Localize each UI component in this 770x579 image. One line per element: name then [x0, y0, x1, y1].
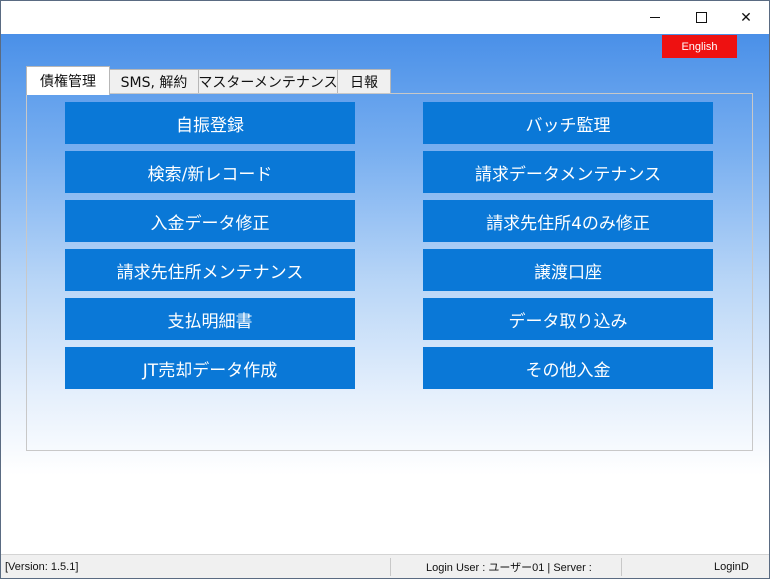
minimize-icon	[650, 17, 660, 18]
app-window: ✕ English 債権管理 SMS, 解約 マスターメンテナンス 日報 自振登…	[0, 0, 770, 579]
tab-sms-cancel[interactable]: SMS, 解約	[109, 69, 199, 94]
payment-data-correction-button[interactable]: 入金データ修正	[65, 200, 355, 242]
maximize-button[interactable]	[678, 1, 724, 34]
billing-data-maintenance-button[interactable]: 請求データメンテナンス	[423, 151, 713, 193]
minimize-button[interactable]	[632, 1, 678, 34]
tab-master-maintenance[interactable]: マスターメンテナンス	[198, 69, 338, 94]
transfer-account-button[interactable]: 譲渡口座	[423, 249, 713, 291]
language-toggle-button[interactable]: English	[662, 35, 737, 58]
status-separator	[621, 558, 622, 576]
close-icon: ✕	[740, 9, 752, 26]
other-payment-button[interactable]: その他入金	[423, 347, 713, 389]
button-grid: 自振登録 検索/新レコード 入金データ修正 請求先住所メンテナンス 支払明細書 …	[33, 94, 750, 448]
billing-address-maintenance-button[interactable]: 請求先住所メンテナンス	[65, 249, 355, 291]
auto-transfer-register-button[interactable]: 自振登録	[65, 102, 355, 144]
payment-statement-button[interactable]: 支払明細書	[65, 298, 355, 340]
data-import-button[interactable]: データ取り込み	[423, 298, 713, 340]
tab-daily-report[interactable]: 日報	[337, 69, 391, 94]
login-user-label: Login User : ユーザー01 | Server :	[426, 562, 592, 574]
jt-sale-data-button[interactable]: JT売却データ作成	[65, 347, 355, 389]
version-label: [Version: 1.5.1]	[5, 561, 79, 573]
title-bar: ✕	[1, 1, 769, 34]
tab-receivables[interactable]: 債権管理	[26, 66, 110, 95]
search-new-record-button[interactable]: 検索/新レコード	[65, 151, 355, 193]
login-status-label: LoginD	[714, 561, 749, 573]
billing-address4-correction-button[interactable]: 請求先住所4のみ修正	[423, 200, 713, 242]
close-button[interactable]: ✕	[723, 1, 769, 34]
maximize-icon	[695, 12, 707, 23]
status-bar: [Version: 1.5.1] Login User : ユーザー01 | S…	[1, 554, 769, 578]
status-separator	[390, 558, 391, 576]
batch-supervision-button[interactable]: バッチ監理	[423, 102, 713, 144]
